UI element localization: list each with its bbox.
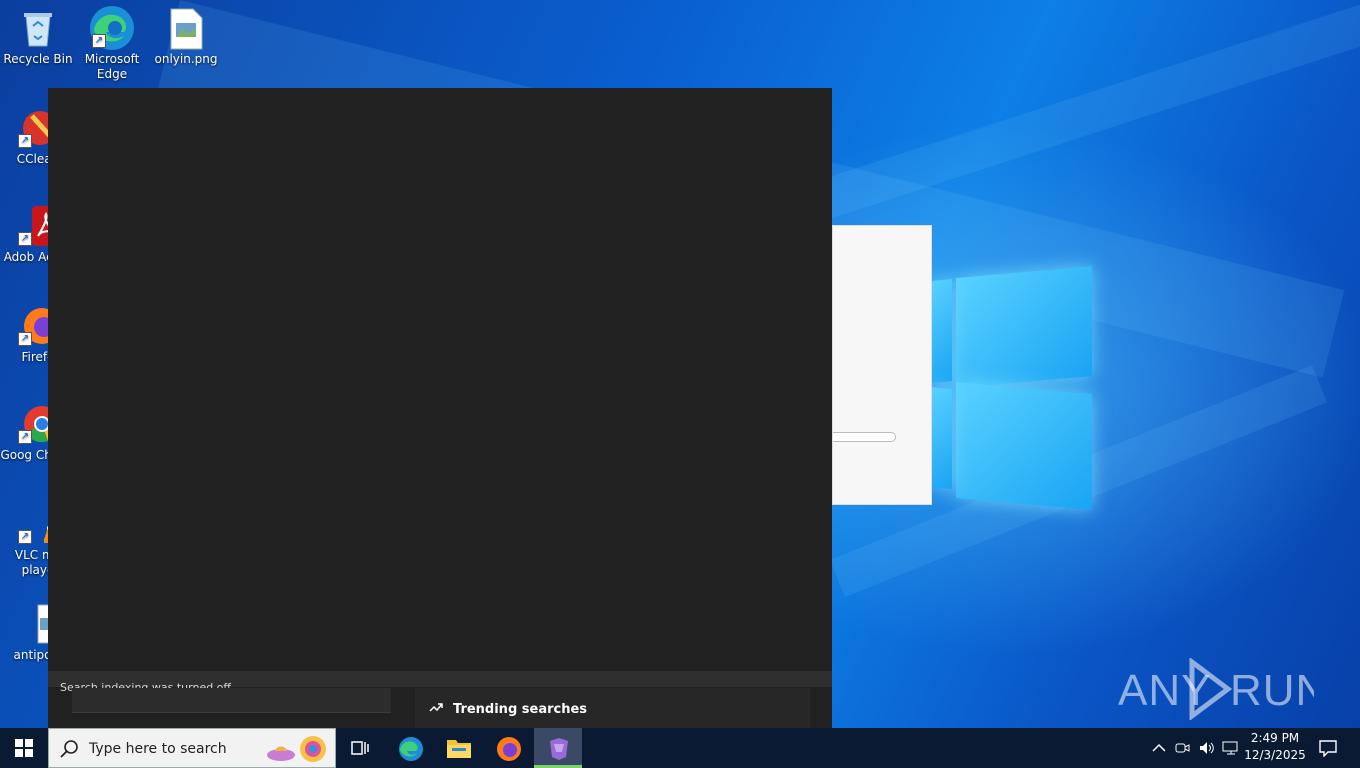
speaker-icon (1200, 742, 1214, 754)
recycle-bin-icon (18, 8, 58, 48)
task-view-icon (351, 741, 369, 755)
meet-now-icon (1175, 743, 1190, 753)
desktop-icon-recycle-bin[interactable]: Recycle Bin (0, 8, 76, 67)
meet-now-button[interactable] (1174, 728, 1192, 768)
image-file-icon (166, 8, 206, 50)
taskbar-search-box[interactable]: Type here to search (48, 728, 336, 768)
svg-text:RUN: RUN (1230, 666, 1314, 715)
folder-icon (447, 740, 471, 758)
firefox-icon (497, 737, 521, 761)
search-highlight-art-icon (267, 736, 326, 762)
svg-text:ANY: ANY (1118, 666, 1211, 715)
notification-icon (1319, 740, 1337, 757)
network-button[interactable] (1222, 728, 1240, 768)
search-results-left-column[interactable] (72, 688, 391, 713)
taskbar-active-app-button[interactable] (534, 728, 582, 768)
action-center-button[interactable] (1316, 728, 1344, 768)
edge-icon: ↗ (90, 6, 134, 50)
trending-searches-label: Trending searches (453, 702, 588, 717)
trending-searches-section[interactable]: Trending searches (415, 688, 810, 728)
desktop: Recycle Bin ↗ Microsoft Edge onlyin.png … (0, 0, 1360, 728)
desktop-icon-edge[interactable]: ↗ Microsoft Edge (74, 6, 150, 82)
task-view-button[interactable] (336, 728, 384, 768)
clock-date: 12/3/2025 (1244, 748, 1306, 762)
anyrun-watermark: ANY RUN (1118, 657, 1327, 721)
taskbar-edge-button[interactable] (386, 728, 434, 768)
taskbar-file-explorer-button[interactable] (434, 728, 482, 768)
dialog-progress-bar (833, 432, 896, 442)
volume-button[interactable] (1198, 728, 1216, 768)
clock-time: 2:49 PM (1250, 731, 1300, 745)
desktop-icon-onlyin-png[interactable]: onlyin.png (148, 8, 224, 67)
network-icon (1222, 741, 1238, 755)
show-hidden-icons-button[interactable] (1150, 728, 1166, 768)
app-icon (550, 738, 568, 760)
taskbar-firefox-button[interactable] (484, 728, 532, 768)
windows-icon (15, 739, 33, 757)
search-status-bar: Search indexing was turned off. (48, 671, 832, 694)
taskbar-clock[interactable]: 2:49 PM 12/3/2025 (1240, 730, 1310, 764)
trending-arrow-icon (429, 701, 445, 715)
start-button[interactable] (0, 728, 48, 768)
taskbar: Type here to search 2:49 PM 12/3/2025 (0, 728, 1360, 768)
background-dialog-window[interactable] (832, 225, 932, 505)
search-placeholder: Type here to search (89, 741, 227, 757)
chevron-up-icon (1152, 743, 1166, 752)
start-search-panel[interactable]: Search indexing was turned off. Trending… (48, 88, 832, 728)
edge-icon (399, 737, 423, 761)
search-icon (60, 740, 78, 758)
